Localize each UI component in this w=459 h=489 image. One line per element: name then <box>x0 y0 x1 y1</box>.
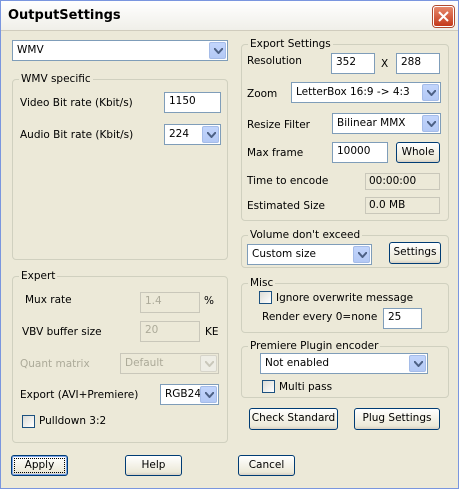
zoom-value: LetterBox 16:9 -> 4:3 <box>296 86 410 98</box>
vbv-buffer-input[interactable]: 20 <box>140 321 200 342</box>
whole-button[interactable]: Whole <box>396 142 440 163</box>
export-format-select[interactable]: RGB24 <box>160 384 219 405</box>
format-select[interactable]: WMV <box>12 40 228 61</box>
time-to-encode-value: 00:00:00 <box>365 173 440 190</box>
video-bitrate-input[interactable]: 1150 <box>164 92 221 113</box>
chevron-down-icon <box>422 115 439 132</box>
expert-title: Expert <box>19 270 58 282</box>
multi-pass-label: Multi pass <box>279 381 333 393</box>
chevron-down-icon <box>200 386 217 403</box>
volume-value: Custom size <box>252 248 316 260</box>
resize-filter-select[interactable]: Bilinear MMX <box>332 113 441 134</box>
vbv-buffer-label: VBV buffer size <box>22 326 102 338</box>
mux-rate-input[interactable]: 1.4 <box>140 292 200 313</box>
wmv-specific-title: WMV specific <box>19 73 93 85</box>
chevron-down-icon <box>202 126 219 143</box>
audio-bitrate-label: Audio Bit rate (Kbit/s) <box>20 129 134 141</box>
resize-filter-label: Resize Filter <box>247 119 310 131</box>
render-every-label: Render every 0=none <box>262 311 378 323</box>
zoom-select[interactable]: LetterBox 16:9 -> 4:3 <box>291 82 441 103</box>
mux-rate-label: Mux rate <box>25 294 72 306</box>
resolution-width-input[interactable]: 352 <box>331 53 375 74</box>
time-to-encode-label: Time to encode <box>247 175 329 187</box>
volume-settings-button[interactable]: Settings <box>389 242 441 264</box>
misc-title: Misc <box>248 277 276 289</box>
max-frame-label: Max frame <box>247 147 304 159</box>
volume-select[interactable]: Custom size <box>247 244 372 265</box>
close-button[interactable] <box>433 6 454 27</box>
volume-settings-label: Settings <box>393 246 437 258</box>
check-standard-label: Check Standard <box>251 412 336 424</box>
resolution-label: Resolution <box>247 55 302 67</box>
cancel-button[interactable]: Cancel <box>238 455 295 476</box>
cancel-button-label: Cancel <box>248 459 285 471</box>
render-every-input[interactable]: 25 <box>383 308 422 329</box>
check-standard-button[interactable]: Check Standard <box>249 408 338 430</box>
premiere-title: Premiere Plugin encoder <box>248 340 381 352</box>
apply-button-label: Apply <box>24 459 55 471</box>
chevron-down-icon <box>409 355 426 372</box>
chevron-down-icon <box>353 246 370 263</box>
estimated-size-value: 0.0 MB <box>365 197 440 214</box>
vbv-buffer-unit: KE <box>205 326 219 338</box>
audio-bitrate-value: 224 <box>169 128 190 140</box>
whole-button-label: Whole <box>401 146 435 158</box>
quant-matrix-select[interactable]: Default <box>120 353 219 374</box>
ignore-overwrite-checkbox[interactable] <box>259 291 272 304</box>
pulldown-checkbox[interactable] <box>22 415 35 428</box>
audio-bitrate-select[interactable]: 224 <box>164 124 221 145</box>
format-select-value: WMV <box>17 44 44 56</box>
volume-title: Volume don't exceed <box>248 229 363 241</box>
export-format-value: RGB24 <box>165 388 201 400</box>
window-title: OutputSettings <box>8 8 121 23</box>
quant-matrix-value: Default <box>125 357 164 369</box>
mux-rate-unit: % <box>204 295 214 307</box>
zoom-label: Zoom <box>247 88 278 100</box>
max-frame-input[interactable]: 10000 <box>332 142 388 163</box>
title-bar[interactable]: OutputSettings <box>1 1 458 31</box>
chevron-down-icon <box>200 355 217 372</box>
premiere-encoder-value: Not enabled <box>265 357 329 369</box>
resolution-x-label: X <box>381 58 389 70</box>
resize-filter-value: Bilinear MMX <box>337 117 406 129</box>
multi-pass-checkbox[interactable] <box>262 380 275 393</box>
estimated-size-label: Estimated Size <box>247 200 325 212</box>
quant-matrix-label: Quant matrix <box>20 358 90 370</box>
output-settings-window: OutputSettings WMV WMV specific Video Bi… <box>0 0 459 489</box>
chevron-down-icon <box>422 84 439 101</box>
plug-settings-label: Plug Settings <box>362 412 432 424</box>
ignore-overwrite-label: Ignore overwrite message <box>276 292 414 304</box>
video-bitrate-label: Video Bit rate (Kbit/s) <box>20 97 133 109</box>
plug-settings-button[interactable]: Plug Settings <box>354 408 440 430</box>
help-button-label: Help <box>141 459 166 471</box>
export-settings-title: Export Settings <box>248 38 333 50</box>
resolution-height-input[interactable]: 288 <box>396 53 440 74</box>
help-button[interactable]: Help <box>125 455 182 476</box>
close-icon <box>438 11 449 22</box>
chevron-down-icon <box>209 42 226 59</box>
premiere-encoder-select[interactable]: Not enabled <box>260 353 428 374</box>
pulldown-label: Pulldown 3:2 <box>39 415 107 427</box>
export-label: Export (AVI+Premiere) <box>20 389 139 401</box>
apply-button[interactable]: Apply <box>11 455 68 476</box>
